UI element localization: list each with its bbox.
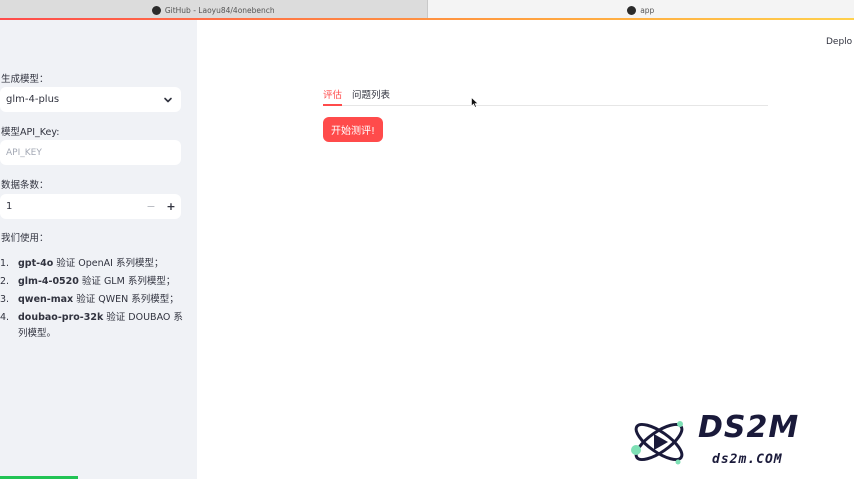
mouse-cursor-icon [471, 97, 479, 108]
browser-tab-app[interactable]: app [427, 0, 854, 20]
api-key-label: 模型API_Key: [1, 127, 60, 138]
decrement-button[interactable]: − [141, 194, 161, 219]
list-item: 4. doubao-pro-32k 验证 DOUBAO 系列模型。 [0, 312, 183, 339]
streamlit-icon [627, 5, 637, 15]
model-list: 1. gpt-4o 验证 OpenAI 系列模型； 2. glm-4-0520 … [0, 256, 190, 344]
list-item: 2. glm-4-0520 验证 GLM 系列模型； [0, 276, 176, 287]
model-name: gpt-4o [18, 258, 54, 269]
model-name: qwen-max [18, 294, 74, 305]
watermark: DS2M ds2m.COM [616, 400, 854, 479]
increment-button[interactable]: + [161, 194, 181, 219]
model-select-label: 生成模型： [1, 74, 49, 85]
deploy-button[interactable]: Deplo [826, 37, 852, 47]
model-desc: 验证 GLM 系列模型； [78, 276, 176, 287]
github-icon [151, 5, 161, 15]
browser-tab-bar: GitHub - Laoyu84/4onebench app [0, 0, 854, 20]
start-evaluation-button[interactable]: 开始测评! [323, 117, 383, 142]
model-name: glm-4-0520 [18, 276, 79, 287]
model-desc: 验证 QWEN 系列模型； [73, 294, 179, 305]
count-label: 数据条数： [1, 180, 49, 191]
tab-evaluate[interactable]: 评估 [323, 86, 343, 106]
watermark-subtitle: ds2m.COM [712, 452, 783, 467]
usage-title: 我们使用： [1, 233, 49, 244]
model-select[interactable]: glm-4-plus [0, 87, 181, 112]
list-item: 3. qwen-max 验证 QWEN 系列模型； [0, 294, 179, 305]
list-item: 1. gpt-4o 验证 OpenAI 系列模型； [0, 258, 164, 269]
browser-tab-label: app [640, 5, 655, 15]
browser-tab-github[interactable]: GitHub - Laoyu84/4onebench [0, 0, 428, 20]
count-stepper: 1 − + [0, 194, 181, 219]
model-desc: 验证 OpenAI 系列模型； [53, 258, 164, 269]
model-name: doubao-pro-32k [18, 312, 104, 323]
main-tabs: 评估 问题列表 [323, 86, 768, 106]
watermark-title: DS2M [698, 410, 800, 445]
model-select-value: glm-4-plus [6, 94, 60, 105]
browser-tab-label: GitHub - Laoyu84/4onebench [164, 5, 275, 15]
atom-logo-icon [631, 421, 684, 465]
count-input[interactable]: 1 [0, 201, 141, 212]
chevron-down-icon [164, 97, 172, 102]
api-key-input[interactable] [0, 140, 181, 165]
sidebar: 生成模型： glm-4-plus 模型API_Key: 数据条数： 1 − + … [0, 20, 197, 479]
tab-question-list[interactable]: 问题列表 [352, 86, 390, 106]
